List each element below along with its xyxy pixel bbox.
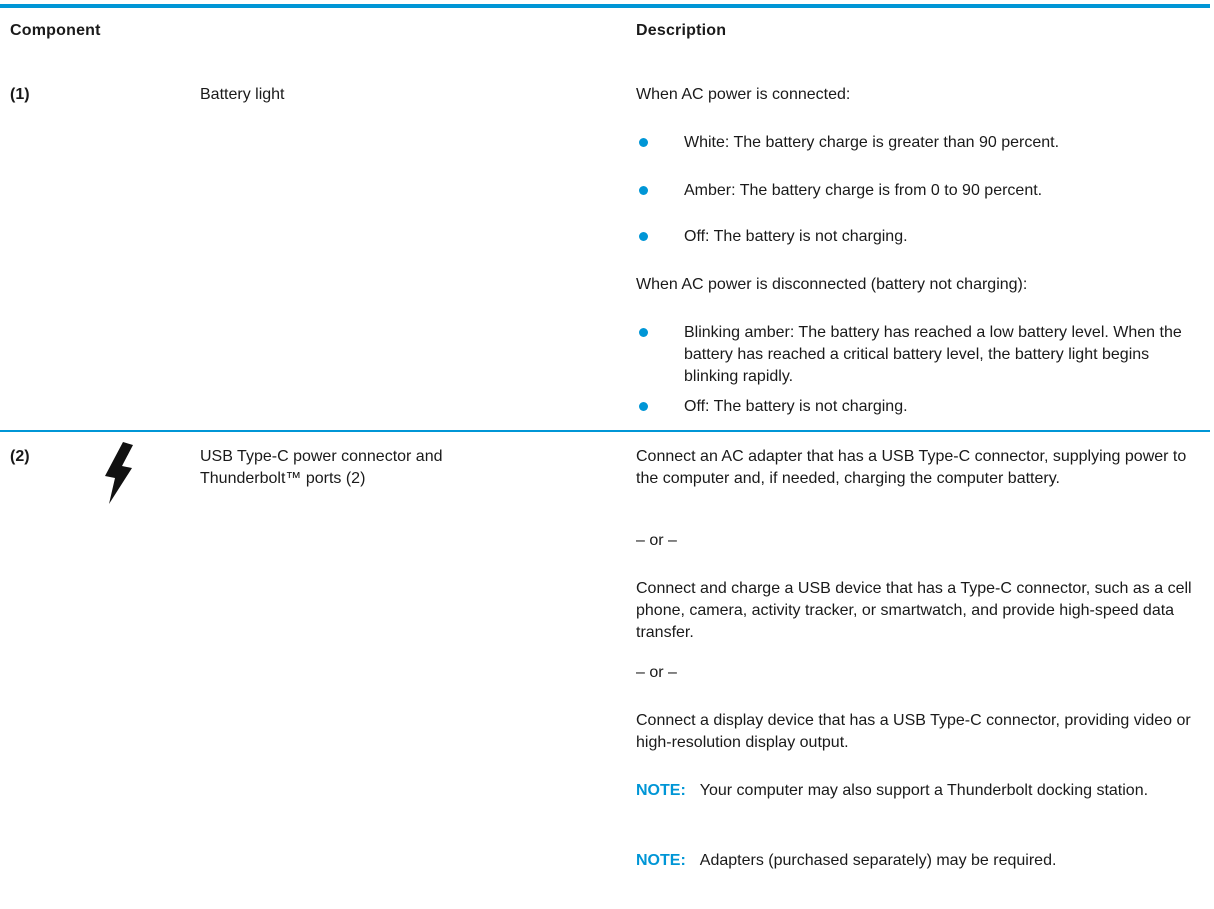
note: NOTE: Your computer may also support a Th… [636, 780, 1204, 802]
row-divider [0, 430, 1210, 432]
component-name: Battery light [200, 86, 285, 103]
table-top-rule [0, 4, 1210, 8]
list-item-text: Amber: The battery charge is from 0 to 9… [684, 182, 1043, 199]
note-label: NOTE: [636, 852, 686, 869]
note-text: Your computer may also support a Thunder… [699, 782, 1149, 799]
list-item-text: Off: The battery is not charging. [684, 398, 908, 415]
lightning-bolt-icon [105, 442, 133, 504]
note: NOTE: Adapters (purchased separately) may… [636, 850, 1204, 872]
row-number: (2) [10, 448, 30, 465]
note-text: Adapters (purchased separately) may be r… [699, 852, 1057, 869]
description-text: When AC power is disconnected (battery n… [636, 276, 1028, 293]
bullet-icon [639, 328, 648, 337]
bullet-icon [639, 232, 648, 241]
bullet-icon [639, 402, 648, 411]
note-label: NOTE: [636, 782, 686, 799]
description-text: When AC power is connected: [636, 86, 851, 103]
bullet-icon [639, 138, 648, 147]
or-separator: – or – [636, 532, 677, 549]
description-text: Connect an AC adapter that has a USB Typ… [636, 448, 1187, 487]
header-component: Component [10, 22, 101, 39]
header-description: Description [636, 22, 727, 39]
list-item-text: Blinking amber: The battery has reached … [684, 324, 1182, 385]
spec-table: Component Description (1) Battery light … [0, 0, 1214, 909]
row-number: (1) [10, 86, 30, 103]
description-text: Connect and charge a USB device that has… [636, 580, 1192, 641]
or-separator: – or – [636, 664, 677, 681]
list-item-text: Off: The battery is not charging. [684, 228, 908, 245]
list-item-text: White: The battery charge is greater tha… [684, 134, 1060, 151]
bullet-icon [639, 186, 648, 195]
component-name: USB Type-C power connector and Thunderbo… [200, 448, 443, 487]
description-text: Connect a display device that has a USB … [636, 712, 1191, 751]
